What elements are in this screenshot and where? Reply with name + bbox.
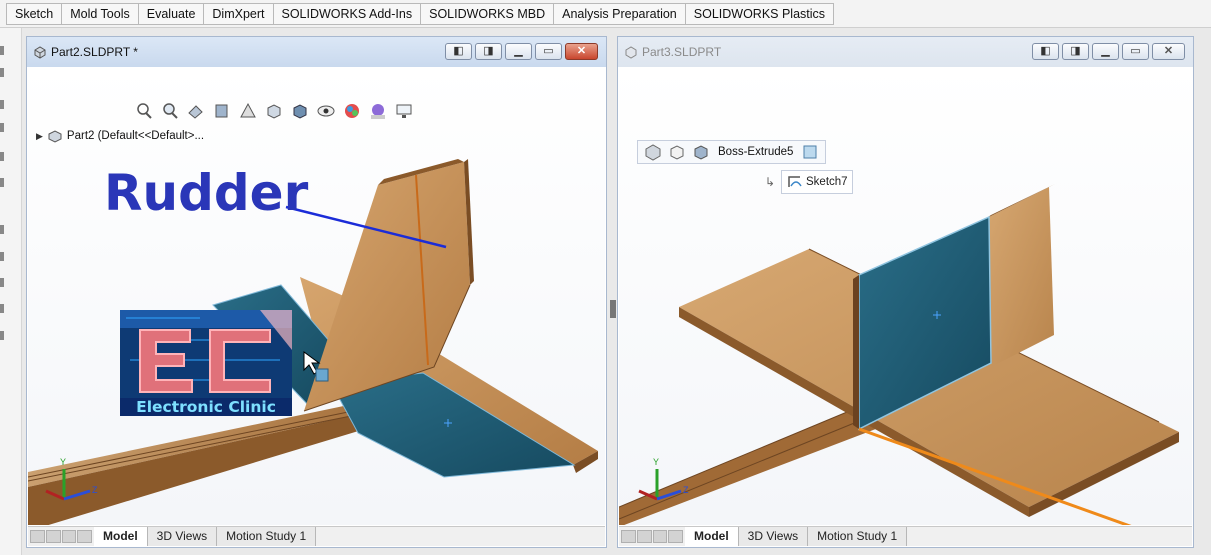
- expand-arrow-icon[interactable]: ▶: [36, 131, 43, 142]
- rudder-annotation: Rudder: [104, 164, 309, 222]
- maximize-button[interactable]: ▭: [1122, 43, 1149, 60]
- dynamic-annotation-icon[interactable]: [238, 101, 258, 121]
- tile-left-button[interactable]: ◧: [445, 43, 472, 60]
- svg-text:Y: Y: [60, 457, 66, 467]
- view-settings-icon[interactable]: [394, 101, 414, 121]
- part3-graphics-area[interactable]: Y Z Boss-Extrude5 Sketch7 ↳: [619, 67, 1192, 525]
- part2-graphics-area[interactable]: Y Z ▶ Part2 (Default<<Default>... Rudder…: [28, 67, 605, 525]
- view-orientation-icon[interactable]: [264, 101, 284, 121]
- face-icon[interactable]: [799, 142, 821, 162]
- part2-title: Part2.SLDPRT *: [51, 45, 138, 59]
- part-icon[interactable]: [642, 142, 664, 162]
- minimize-button[interactable]: ▁: [1092, 43, 1119, 60]
- part-icon: [625, 46, 637, 59]
- extrude-feature-icon[interactable]: [690, 142, 712, 162]
- part-icon: [48, 130, 62, 143]
- part3-title: Part3.SLDPRT: [642, 45, 722, 59]
- previous-view-icon[interactable]: [186, 101, 206, 121]
- edit-appearance-icon[interactable]: [342, 101, 362, 121]
- tile-left-button[interactable]: ◧: [1032, 43, 1059, 60]
- logo-text: Electronic Clinic: [120, 398, 292, 416]
- tab-model[interactable]: Model: [685, 527, 739, 546]
- breadcrumb-feature-label[interactable]: Boss-Extrude5: [714, 146, 797, 158]
- tab-scroll-arrows[interactable]: [619, 527, 685, 547]
- tab-evaluate[interactable]: Evaluate: [137, 3, 204, 25]
- command-manager-tabs: Sketch Mold Tools Evaluate DimXpert SOLI…: [0, 0, 1211, 28]
- tab-dimxpert[interactable]: DimXpert: [203, 3, 273, 25]
- section-view-icon[interactable]: [212, 101, 232, 121]
- window-splitter[interactable]: [610, 300, 616, 318]
- hide-show-items-icon[interactable]: [316, 101, 336, 121]
- part3-titlebar[interactable]: Part3.SLDPRT ◧ ◨ ▁ ▭ ✕: [618, 37, 1193, 67]
- display-style-icon[interactable]: [290, 101, 310, 121]
- sketch-icon: [788, 176, 802, 187]
- tab-3d-views[interactable]: 3D Views: [738, 527, 809, 546]
- minimize-button[interactable]: ▁: [505, 43, 532, 60]
- body-icon[interactable]: [666, 142, 688, 162]
- tab-model[interactable]: Model: [94, 527, 148, 546]
- tab-motion-study[interactable]: Motion Study 1: [808, 527, 908, 546]
- svg-text:Z: Z: [92, 485, 98, 495]
- maximize-button[interactable]: ▭: [535, 43, 562, 60]
- zoom-to-fit-icon[interactable]: [134, 101, 154, 121]
- tree-part-label: Part2 (Default<<Default>...: [66, 130, 205, 142]
- part2-bottom-tabs: Model 3D Views Motion Study 1: [28, 526, 605, 546]
- tab-mold-tools[interactable]: Mold Tools: [61, 3, 138, 25]
- svg-text:Z: Z: [683, 485, 689, 495]
- tab-analysis-preparation[interactable]: Analysis Preparation: [553, 3, 685, 25]
- tile-right-button[interactable]: ◨: [1062, 43, 1089, 60]
- svg-text:Y: Y: [653, 457, 659, 467]
- heads-up-view-toolbar: [134, 101, 414, 121]
- part-icon: [34, 46, 46, 59]
- solidworks-app: Sketch Mold Tools Evaluate DimXpert SOLI…: [0, 0, 1211, 555]
- tab-scroll-arrows[interactable]: [28, 527, 94, 547]
- tab-motion-study[interactable]: Motion Study 1: [217, 527, 317, 546]
- close-button[interactable]: ✕: [565, 43, 598, 60]
- tab-solidworks-mbd[interactable]: SOLIDWORKS MBD: [420, 3, 554, 25]
- part3-bottom-tabs: Model 3D Views Motion Study 1: [619, 526, 1192, 546]
- tab-solidworks-add-ins[interactable]: SOLIDWORKS Add-Ins: [272, 3, 421, 25]
- breadcrumb: Boss-Extrude5: [637, 140, 827, 164]
- sketch-breadcrumb[interactable]: Sketch7: [781, 170, 853, 194]
- tile-right-button[interactable]: ◨: [475, 43, 502, 60]
- apply-scene-icon[interactable]: [368, 101, 388, 121]
- sketch-label: Sketch7: [806, 176, 848, 188]
- sketch-link-arrow-icon: ↳: [765, 175, 776, 189]
- close-button[interactable]: ✕: [1152, 43, 1185, 60]
- zoom-to-area-icon[interactable]: [160, 101, 180, 121]
- tab-3d-views[interactable]: 3D Views: [147, 527, 218, 546]
- feature-manager-edge: [0, 28, 22, 555]
- feature-tree-flyout[interactable]: ▶ Part2 (Default<<Default>...: [36, 129, 204, 143]
- part3-window: Part3.SLDPRT ◧ ◨ ▁ ▭ ✕ Y Z Boss-Extrude5…: [617, 36, 1194, 548]
- part3-model-view: Y Z: [619, 184, 1179, 525]
- part2-window: Part2.SLDPRT * ◧ ◨ ▁ ▭ ✕ Y Z ▶ Part2 (De…: [26, 36, 607, 548]
- part2-titlebar[interactable]: Part2.SLDPRT * ◧ ◨ ▁ ▭ ✕: [27, 37, 606, 67]
- tab-sketch[interactable]: Sketch: [6, 3, 62, 25]
- tab-solidworks-plastics[interactable]: SOLIDWORKS Plastics: [684, 3, 835, 25]
